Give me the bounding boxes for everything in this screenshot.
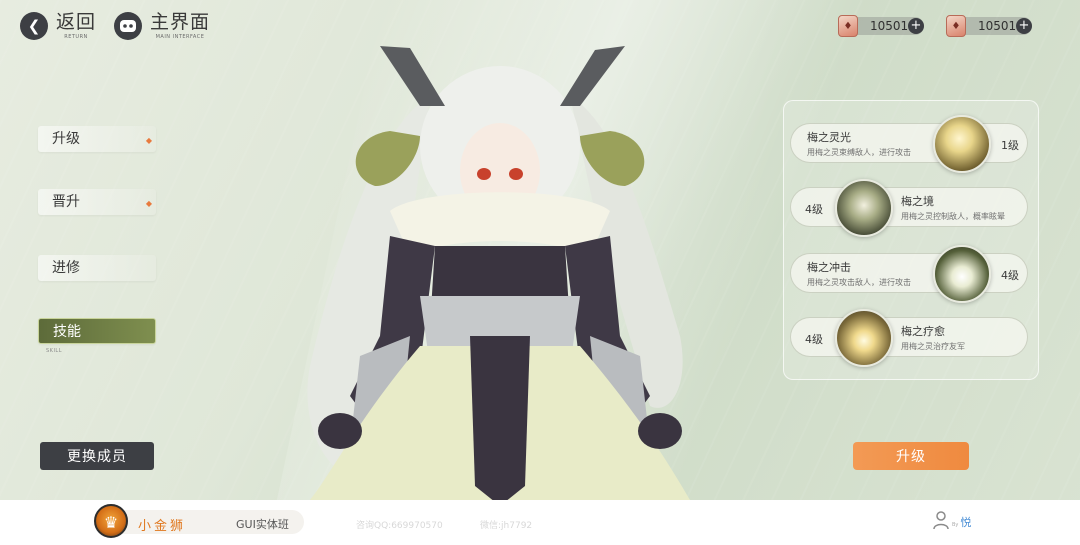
- robot-icon: [114, 12, 142, 40]
- skill-description: 用梅之灵攻击敌人，进行攻击: [807, 278, 911, 287]
- skill-icon[interactable]: [933, 115, 991, 173]
- skill-name: 梅之境: [901, 195, 934, 208]
- main-interface-sublabel: MAIN INTERFACE: [155, 33, 205, 40]
- character-illustration: [307, 46, 690, 500]
- add-currency-button[interactable]: +: [1016, 18, 1032, 34]
- watermark-wechat: 微信:jh7792: [480, 521, 533, 531]
- skill-level: 4级: [805, 333, 823, 346]
- skill-name: 梅之冲击: [807, 261, 851, 274]
- brand-name: 小金狮: [138, 519, 187, 534]
- menu-item-ascend[interactable]: 晋升 ◆: [38, 189, 156, 215]
- back-button[interactable]: ❮ 返回 RETURN: [20, 12, 96, 40]
- menu-item-train[interactable]: 进修: [38, 255, 156, 281]
- main-interface-button[interactable]: 主界面 MAIN INTERFACE: [114, 12, 210, 40]
- skill-description: 用梅之灵治疗友军: [901, 342, 965, 351]
- skill-description: 用梅之灵控制敌人，概率眩晕: [901, 212, 1005, 221]
- menu-item-label: 升级: [52, 131, 80, 147]
- back-label: 返回: [56, 10, 97, 33]
- add-currency-button[interactable]: +: [908, 18, 924, 34]
- author-name: 悦: [960, 516, 972, 529]
- main-interface-label: 主界面: [150, 10, 211, 33]
- menu-item-label: 技能: [53, 324, 81, 340]
- upgrade-button[interactable]: 升级: [853, 442, 969, 470]
- author-mark: By 悦: [932, 510, 971, 530]
- lion-logo-icon: ♛: [94, 504, 128, 538]
- menu-item-label: 进修: [52, 260, 80, 276]
- footer-bar: ♛ 小金狮 GUI实体班 咨询QQ:669970570 微信:jh7792 By…: [0, 500, 1080, 545]
- skill-card[interactable]: 4级 梅之境 用梅之灵控制敌人，概率眩晕: [790, 179, 1028, 237]
- skill-level: 4级: [805, 203, 823, 216]
- skill-name: 梅之疗愈: [901, 325, 945, 338]
- skill-name: 梅之灵光: [807, 131, 851, 144]
- skill-icon[interactable]: [933, 245, 991, 303]
- currency-display-1: ♦ 10501 +: [838, 14, 924, 38]
- skill-card[interactable]: 梅之灵光 用梅之灵束缚敌人，进行攻击 1级: [790, 115, 1028, 173]
- brand-badge: ♛ 小金狮 GUI实体班: [94, 504, 304, 538]
- menu-item-skill[interactable]: 技能: [38, 318, 156, 344]
- skill-description: 用梅之灵束缚敌人，进行攻击: [807, 148, 911, 157]
- notification-dot-icon: ◆: [145, 136, 152, 145]
- currency-amount: 10501: [870, 19, 909, 33]
- watermark-qq: 咨询QQ:669970570: [356, 521, 443, 531]
- back-sublabel: RETURN: [64, 33, 88, 40]
- author-prefix: By: [952, 522, 959, 528]
- ticket-icon: ♦: [838, 15, 858, 37]
- person-icon: [933, 511, 949, 530]
- skill-icon[interactable]: [835, 309, 893, 367]
- skill-level: 1级: [1001, 139, 1019, 152]
- menu-item-upgrade[interactable]: 升级 ◆: [38, 126, 156, 152]
- skill-card[interactable]: 4级 梅之疗愈 用梅之灵治疗友军: [790, 309, 1028, 367]
- skill-level: 4级: [1001, 269, 1019, 282]
- skill-icon[interactable]: [835, 179, 893, 237]
- menu-item-sublabel: SKILL: [46, 348, 62, 354]
- notification-dot-icon: ◆: [145, 199, 152, 208]
- back-arrow-icon: ❮: [20, 12, 48, 40]
- menu-item-label: 晋升: [52, 194, 80, 210]
- currency-display-2: ♦ 10501 +: [946, 14, 1032, 38]
- currency-amount: 10501: [978, 19, 1017, 33]
- swap-member-button[interactable]: 更换成员: [40, 442, 154, 470]
- class-name: GUI实体班: [236, 518, 289, 531]
- ticket-icon: ♦: [946, 15, 966, 37]
- skill-card[interactable]: 梅之冲击 用梅之灵攻击敌人，进行攻击 4级: [790, 245, 1028, 303]
